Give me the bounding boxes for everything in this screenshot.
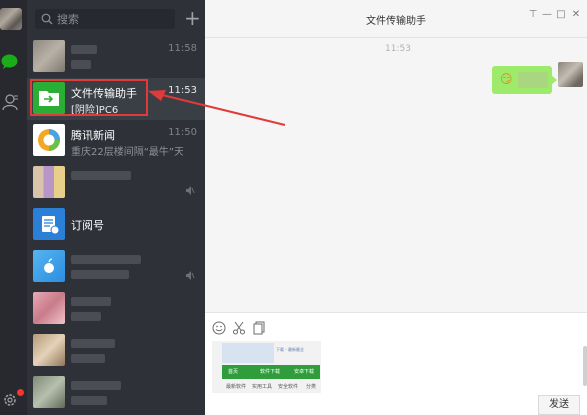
blurred-name [71, 171, 131, 180]
bubble-tail [551, 75, 557, 85]
image-nav-bar: 首页 软件下载 安卓下载 [222, 365, 320, 379]
header-divider [205, 37, 587, 38]
blurred-preview [71, 354, 105, 363]
mute-icon [186, 186, 195, 195]
wechat-window: + 11:58 文件传输助手 [阴险]PC6 11:53 [0, 0, 587, 415]
image-note: 下载 - 最新最全 [276, 347, 304, 352]
blurred-name [71, 255, 141, 264]
emoji-icon[interactable] [212, 321, 226, 335]
image-nav-item: 安卓下载 [294, 369, 315, 375]
image-link: 分类 [306, 384, 317, 390]
send-button[interactable]: 发送 [538, 395, 580, 415]
conversation-item[interactable]: 11:58 [27, 36, 205, 78]
conversation-time: 11:58 [168, 43, 197, 54]
blurred-message-text [518, 72, 548, 88]
contact-avatar [33, 292, 65, 324]
contact-avatar [33, 334, 65, 366]
scrollbar[interactable] [583, 346, 587, 386]
message-bubble[interactable]: 😏 [492, 66, 552, 94]
contact-avatar [33, 376, 65, 408]
conversation-item[interactable] [27, 372, 205, 414]
chat-panel: 文件传输助手 ⊤ — □ ✕ 11:53 😏 下载 - 最新最全 首页 软件下载… [205, 0, 587, 415]
subscriptions-avatar [33, 208, 65, 240]
screenshot-scissors-icon[interactable] [232, 321, 246, 335]
image-nav-item: 首页 [228, 369, 239, 375]
conversation-time: 11:50 [168, 127, 197, 138]
blurred-logo [222, 343, 274, 363]
settings-icon[interactable] [2, 392, 18, 408]
conversation-avatar [33, 40, 65, 72]
image-link: 安全软件 [278, 384, 299, 390]
tencent-news-avatar [33, 124, 65, 156]
conversation-item[interactable] [27, 246, 205, 288]
conversation-item-subscriptions[interactable]: 订阅号 [27, 204, 205, 246]
message-input-area[interactable]: 下载 - 最新最全 首页 软件下载 安卓下载 最新软件 实用工具 安全软件 分类… [205, 312, 587, 415]
blurred-name [71, 45, 97, 54]
blurred-preview [71, 270, 129, 279]
highlight-box [30, 79, 148, 116]
chat-icon[interactable] [1, 54, 18, 69]
subscription-icon [42, 216, 60, 235]
add-button[interactable]: + [184, 8, 201, 28]
group-avatar [33, 166, 65, 198]
image-link: 实用工具 [252, 384, 273, 390]
close-button[interactable]: ✕ [570, 9, 582, 21]
mute-icon [186, 271, 195, 280]
conversation-name: 订阅号 [71, 219, 104, 232]
apple-logo-icon [44, 258, 54, 273]
blurred-preview [71, 312, 101, 321]
pasted-image-thumbnail[interactable]: 下载 - 最新最全 首页 软件下载 安卓下载 最新软件 实用工具 安全软件 分类 [212, 341, 321, 393]
conversation-name: 腾讯新闻 [71, 129, 115, 142]
blurred-preview [71, 396, 107, 405]
conversation-preview: 重庆22层楼间隔“最牛”天桥 [71, 147, 183, 158]
news-logo-icon [38, 129, 60, 151]
search-input[interactable] [57, 11, 167, 27]
maximize-button[interactable]: □ [555, 9, 567, 21]
blurred-preview [71, 60, 91, 69]
blurred-name [71, 339, 115, 348]
nav-bar [0, 0, 27, 415]
notification-dot [17, 389, 24, 396]
blurred-name [71, 297, 111, 306]
message-timestamp: 11:53 [385, 44, 411, 54]
search-box[interactable] [35, 9, 175, 29]
conversation-item[interactable] [27, 330, 205, 372]
blurred-name [71, 381, 121, 390]
search-icon [41, 13, 53, 25]
conversation-item[interactable] [27, 288, 205, 330]
image-link: 最新软件 [226, 384, 247, 390]
smirk-emoji-icon: 😏 [500, 72, 513, 86]
conversation-list: + 11:58 文件传输助手 [阴险]PC6 11:53 [27, 0, 205, 415]
contacts-icon[interactable] [2, 93, 20, 111]
file-icon[interactable] [252, 321, 266, 335]
minimize-button[interactable]: — [541, 9, 553, 21]
sender-avatar[interactable] [558, 62, 583, 87]
pin-button[interactable]: ⊤ [527, 9, 539, 21]
conversation-item[interactable] [27, 162, 205, 204]
image-nav-item: 软件下载 [260, 369, 281, 375]
annotation-arrow [148, 90, 286, 126]
chat-header: 文件传输助手 ⊤ — □ ✕ [205, 0, 587, 38]
app-avatar [33, 250, 65, 282]
my-avatar[interactable] [0, 8, 22, 30]
